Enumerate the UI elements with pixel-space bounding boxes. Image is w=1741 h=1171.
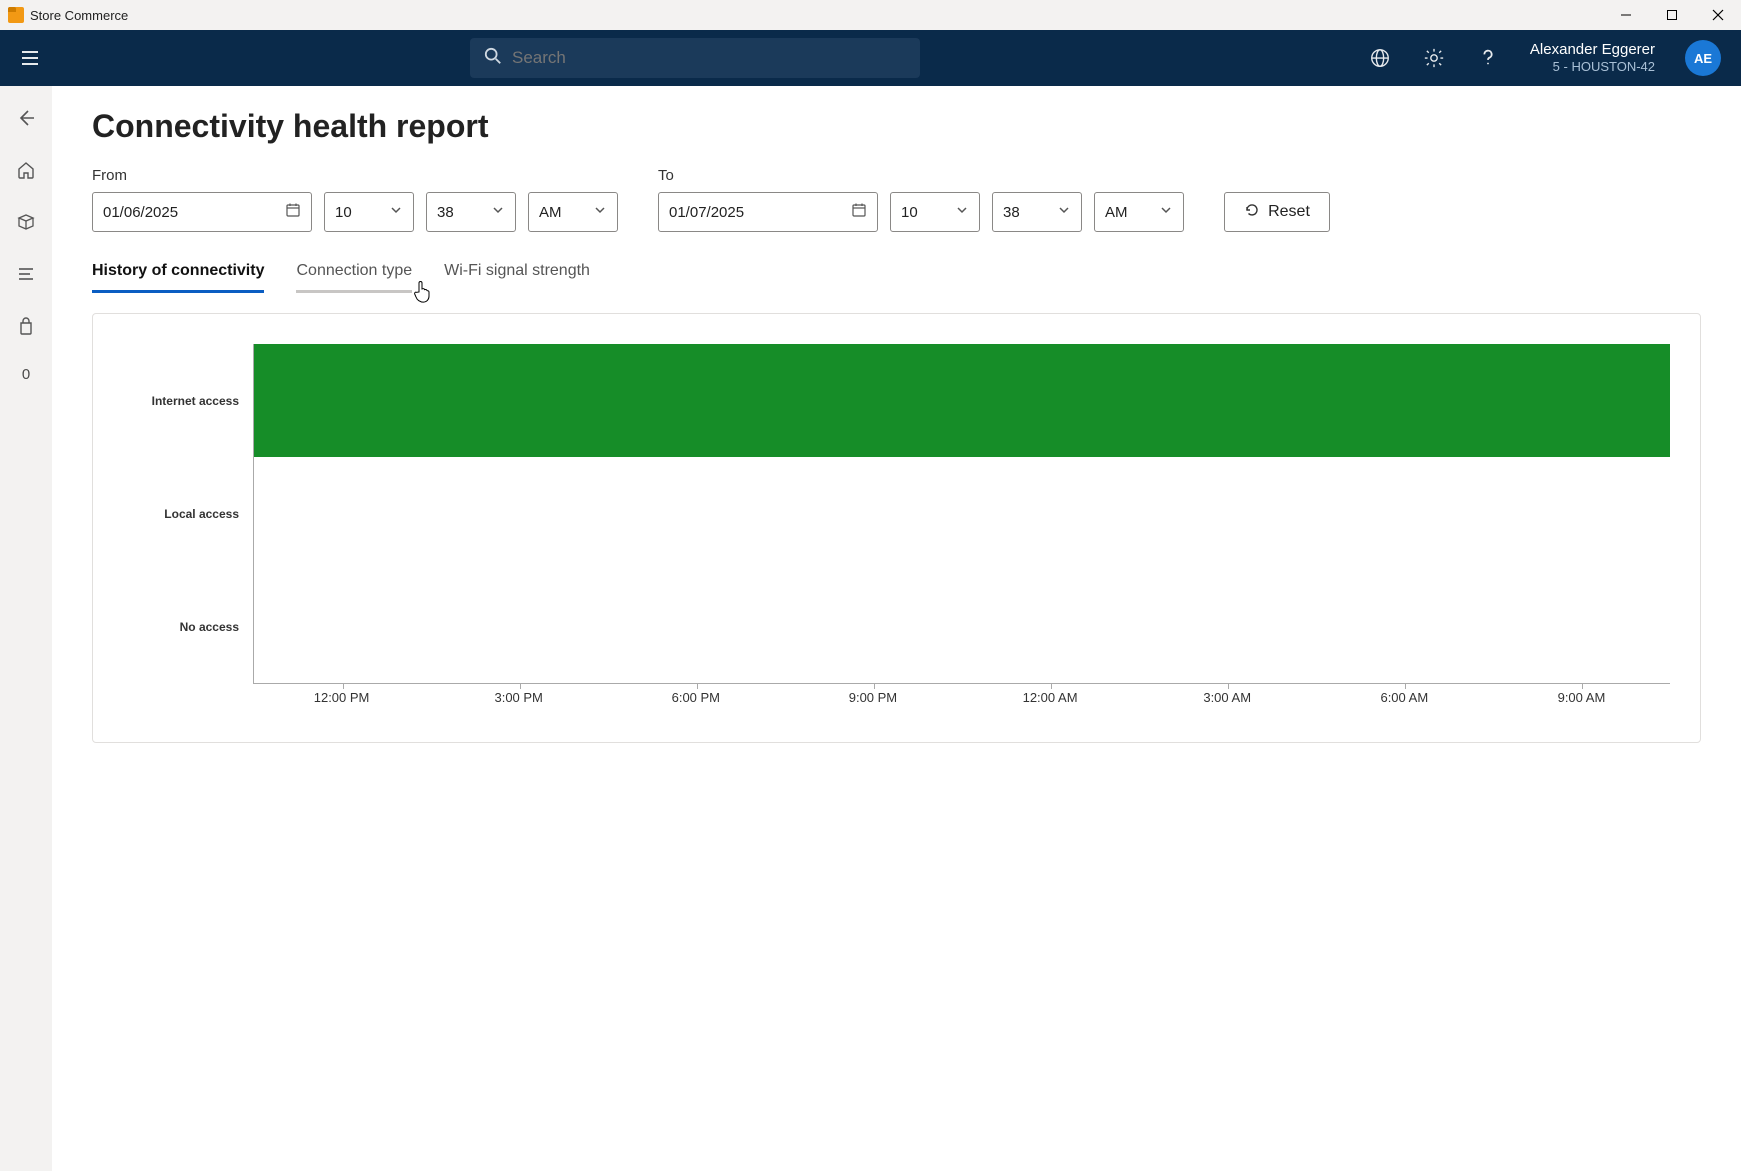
- x-tick: 6:00 AM: [1380, 690, 1428, 705]
- chart-card: Internet access Local access No access 1…: [92, 313, 1701, 743]
- products-icon[interactable]: [14, 210, 38, 234]
- y-label-internet: Internet access: [123, 344, 253, 457]
- content: Connectivity health report From 01/06/20…: [52, 86, 1741, 1171]
- from-ampm-select[interactable]: AM: [528, 192, 618, 232]
- window-maximize-button[interactable]: [1649, 0, 1695, 30]
- y-label-none: No access: [123, 570, 253, 683]
- gear-icon[interactable]: [1422, 46, 1446, 70]
- window-minimize-button[interactable]: [1603, 0, 1649, 30]
- page-title: Connectivity health report: [92, 108, 1701, 145]
- x-tick: 12:00 PM: [314, 690, 370, 705]
- x-tick: 3:00 PM: [494, 690, 542, 705]
- from-hour-value: 10: [335, 204, 352, 221]
- from-date-value: 01/06/2025: [103, 204, 178, 221]
- to-date-value: 01/07/2025: [669, 204, 744, 221]
- tab-connection-type[interactable]: Connection type: [296, 262, 412, 293]
- from-label: From: [92, 167, 618, 184]
- to-minute-value: 38: [1003, 204, 1020, 221]
- chevron-down-icon: [491, 203, 505, 221]
- window-title: Store Commerce: [30, 8, 128, 23]
- from-ampm-value: AM: [539, 204, 562, 221]
- home-icon[interactable]: [14, 158, 38, 182]
- app-header: Alexander Eggerer 5 - HOUSTON-42 AE: [0, 30, 1741, 86]
- chart-plot: [253, 344, 1670, 684]
- bar-internet-access: [254, 344, 1670, 457]
- from-minute-select[interactable]: 38: [426, 192, 516, 232]
- reset-button[interactable]: Reset: [1224, 192, 1330, 232]
- x-tick: 9:00 PM: [849, 690, 897, 705]
- search-input[interactable]: [470, 38, 920, 78]
- lines-icon[interactable]: [14, 262, 38, 286]
- reset-icon: [1244, 202, 1260, 223]
- x-axis-labels: 12:00 PM 3:00 PM 6:00 PM 9:00 PM 12:00 A…: [253, 690, 1670, 720]
- app-icon: [8, 7, 24, 23]
- reset-label: Reset: [1268, 203, 1310, 221]
- from-minute-value: 38: [437, 204, 454, 221]
- user-name: Alexander Eggerer: [1530, 41, 1655, 59]
- tabs: History of connectivity Connection type …: [92, 262, 1701, 293]
- globe-icon[interactable]: [1368, 46, 1392, 70]
- from-date-input[interactable]: 01/06/2025: [92, 192, 312, 232]
- to-ampm-value: AM: [1105, 204, 1128, 221]
- window-close-button[interactable]: [1695, 0, 1741, 30]
- x-tick: 12:00 AM: [1023, 690, 1078, 705]
- cursor-icon: [412, 280, 432, 304]
- x-tick: 3:00 AM: [1203, 690, 1251, 705]
- back-icon[interactable]: [14, 106, 38, 130]
- x-tick: 6:00 PM: [672, 690, 720, 705]
- titlebar: Store Commerce: [0, 0, 1741, 30]
- from-hour-select[interactable]: 10: [324, 192, 414, 232]
- chevron-down-icon: [593, 203, 607, 221]
- help-icon[interactable]: [1476, 46, 1500, 70]
- search-field[interactable]: [512, 48, 906, 68]
- calendar-icon: [851, 202, 867, 222]
- calendar-icon: [285, 202, 301, 222]
- to-hour-value: 10: [901, 204, 918, 221]
- user-block[interactable]: Alexander Eggerer 5 - HOUSTON-42: [1530, 41, 1655, 75]
- to-ampm-select[interactable]: AM: [1094, 192, 1184, 232]
- to-date-input[interactable]: 01/07/2025: [658, 192, 878, 232]
- avatar[interactable]: AE: [1685, 40, 1721, 76]
- chevron-down-icon: [389, 203, 403, 221]
- search-icon: [484, 47, 502, 70]
- user-location: 5 - HOUSTON-42: [1553, 59, 1655, 75]
- avatar-initials: AE: [1694, 51, 1712, 66]
- to-minute-select[interactable]: 38: [992, 192, 1082, 232]
- menu-button[interactable]: [10, 38, 50, 78]
- chevron-down-icon: [1159, 203, 1173, 221]
- tab-wifi[interactable]: Wi-Fi signal strength: [444, 262, 590, 293]
- to-label: To: [658, 167, 1184, 184]
- tab-history[interactable]: History of connectivity: [92, 262, 264, 293]
- to-hour-select[interactable]: 10: [890, 192, 980, 232]
- y-label-local: Local access: [123, 457, 253, 570]
- chevron-down-icon: [955, 203, 969, 221]
- sidebar: 0: [0, 86, 52, 1171]
- bag-icon[interactable]: [14, 314, 38, 338]
- x-tick: 9:00 AM: [1558, 690, 1606, 705]
- chevron-down-icon: [1057, 203, 1071, 221]
- sidebar-count: 0: [22, 366, 30, 383]
